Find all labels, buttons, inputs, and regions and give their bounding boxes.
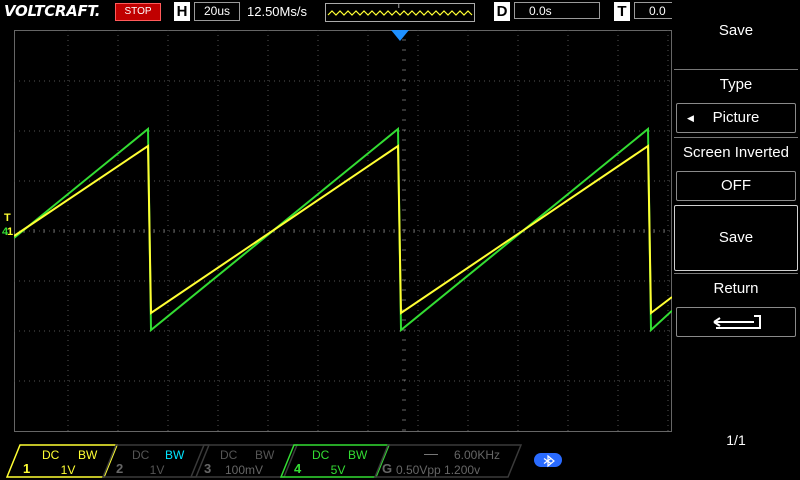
scope-display[interactable] bbox=[14, 30, 672, 432]
ch1-scale: 1V bbox=[60, 463, 76, 477]
screen-border bbox=[14, 30, 672, 432]
trigger-level-marker: T bbox=[4, 212, 11, 224]
type-left-arrow-icon: ◀ bbox=[687, 113, 694, 123]
sample-rate-value: 12.50Ms/s bbox=[247, 4, 307, 19]
ch2-bw: BW bbox=[165, 448, 185, 462]
ch4-number: 4 bbox=[294, 461, 302, 476]
horizontal-letter: H bbox=[174, 2, 190, 21]
ch1-coupling: DC bbox=[42, 448, 60, 462]
generator-wave-dash-icon bbox=[424, 454, 438, 455]
ch1-ground-marker[interactable]: 1 bbox=[7, 226, 13, 238]
delay-value[interactable]: 0.0s bbox=[514, 2, 600, 19]
menu-page-counter: 1/1 bbox=[726, 432, 746, 448]
ch4-coupling: DC bbox=[312, 448, 330, 462]
return-label: Return bbox=[674, 273, 798, 304]
brand-logo: VOLTCRAFT. bbox=[4, 2, 101, 20]
ch3-bw: BW bbox=[255, 448, 275, 462]
ch3-scale: 100mV bbox=[224, 463, 264, 477]
memory-depth-bar: T bbox=[325, 3, 475, 22]
ch3-coupling: DC bbox=[220, 448, 238, 462]
save-button[interactable]: Save bbox=[674, 205, 798, 271]
generator-status[interactable]: G 6.00KHz 0.50Vpp 1.200v bbox=[374, 444, 522, 478]
top-status-bar: VOLTCRAFT. STOP H 20us 12.50Ms/s T D 0.0… bbox=[0, 0, 672, 24]
type-select[interactable]: ◀ Picture bbox=[676, 103, 796, 133]
generator-params: 0.50Vpp 1.200v bbox=[396, 463, 481, 477]
delay-letter: D bbox=[494, 2, 510, 21]
ch2-scale: 1V bbox=[149, 463, 165, 477]
ch2-coupling: DC bbox=[132, 448, 150, 462]
return-button[interactable] bbox=[676, 307, 796, 337]
ch4-waveform bbox=[14, 126, 672, 333]
bluetooth-glyph-icon bbox=[543, 454, 555, 468]
type-label: Type bbox=[674, 69, 798, 100]
generator-frequency: 6.00KHz bbox=[454, 448, 501, 462]
menu-title: Save bbox=[718, 22, 754, 39]
type-value: Picture bbox=[712, 109, 760, 126]
ch1-number: 1 bbox=[23, 461, 31, 476]
bluetooth-icon[interactable] bbox=[534, 453, 562, 468]
waveform-canvas bbox=[14, 30, 672, 432]
ch4-scale: 5V bbox=[330, 463, 346, 477]
ch4-bw: BW bbox=[348, 448, 368, 462]
screen-inverted-toggle[interactable]: OFF bbox=[676, 171, 796, 201]
timebase-value[interactable]: 20us bbox=[194, 2, 240, 21]
ch2-number: 2 bbox=[116, 461, 124, 476]
channel-status-bar: 1 DC BW 1V 2 DC BW 1V 3 DC BW 100mV 4 DC… bbox=[0, 438, 672, 480]
save-menu-panel: Save Type ◀ Picture Screen Inverted OFF … bbox=[672, 0, 800, 480]
ch1-waveform bbox=[14, 144, 672, 315]
run-stop-status-badge[interactable]: STOP bbox=[115, 3, 161, 21]
trigger-position-marker: T bbox=[396, 4, 401, 10]
ch1-bw: BW bbox=[78, 448, 98, 462]
trigger-value[interactable]: 0.0 bbox=[634, 2, 672, 19]
trigger-letter: T bbox=[614, 2, 630, 21]
ch3-number: 3 bbox=[204, 461, 212, 476]
return-arrow-icon bbox=[713, 315, 761, 329]
memory-depth-waveform: T bbox=[327, 3, 473, 16]
generator-letter: G bbox=[382, 461, 393, 476]
screen-inverted-label: Screen Inverted bbox=[674, 137, 798, 168]
trigger-position-arrow-icon[interactable] bbox=[391, 30, 409, 42]
